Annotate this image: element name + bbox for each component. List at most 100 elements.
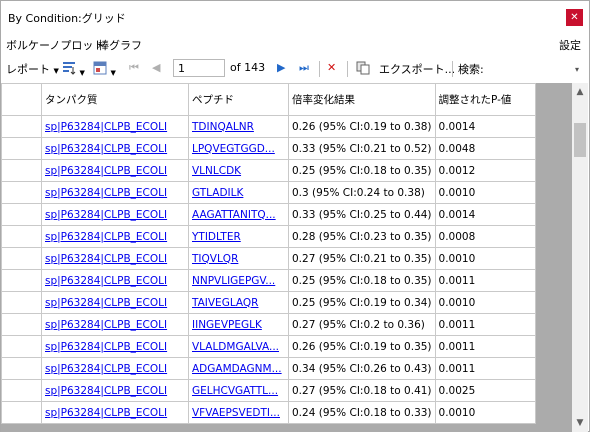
peptide-link[interactable]: VLNLCDK — [192, 165, 241, 177]
column-header-fold-change[interactable]: 倍率変化結果 — [288, 83, 436, 116]
row-selector[interactable] — [1, 115, 42, 138]
protein-cell[interactable]: sp|P63284|CLPB_ECOLI — [41, 401, 189, 424]
table-row[interactable]: sp|P63284|CLPB_ECOLI AAGATTANITQ... 0.33 (… — [1, 203, 536, 226]
table-row[interactable]: sp|P63284|CLPB_ECOLI VFVAEPSVEDTI... 0.24 … — [1, 401, 536, 424]
protein-cell[interactable]: sp|P63284|CLPB_ECOLI — [41, 269, 189, 292]
protein-link[interactable]: sp|P63284|CLPB_ECOLI — [45, 363, 167, 375]
table-row[interactable]: sp|P63284|CLPB_ECOLI IINGEVPEGLK 0.27 (95%… — [1, 313, 536, 336]
table-row[interactable]: sp|P63284|CLPB_ECOLI GELHCVGATTL... 0.27 (… — [1, 379, 536, 402]
peptide-link[interactable]: IINGEVPEGLK — [192, 319, 262, 331]
peptide-link[interactable]: ADGAMDAGNM... — [192, 363, 282, 375]
toolbar-overflow-button[interactable]: ▾ — [575, 62, 589, 80]
protein-cell[interactable]: sp|P63284|CLPB_ECOLI — [41, 115, 189, 138]
clear-button[interactable]: ✕ — [327, 61, 336, 74]
peptide-link[interactable]: AAGATTANITQ... — [192, 209, 276, 221]
protein-link[interactable]: sp|P63284|CLPB_ECOLI — [45, 187, 167, 199]
protein-cell[interactable]: sp|P63284|CLPB_ECOLI — [41, 137, 189, 160]
peptide-cell[interactable]: VLNLCDK — [188, 159, 289, 182]
row-selector[interactable] — [1, 335, 42, 358]
protein-link[interactable]: sp|P63284|CLPB_ECOLI — [45, 275, 167, 287]
table-row[interactable]: sp|P63284|CLPB_ECOLI TIQVLQR 0.27 (95% CI:… — [1, 247, 536, 270]
peptide-cell[interactable]: VLALDMGALVA... — [188, 335, 289, 358]
table-row[interactable]: sp|P63284|CLPB_ECOLI YTIDLTER 0.28 (95% CI… — [1, 225, 536, 248]
row-selector[interactable] — [1, 291, 42, 314]
protein-link[interactable]: sp|P63284|CLPB_ECOLI — [45, 231, 167, 243]
export-button[interactable]: エクスポート... — [379, 61, 455, 77]
peptide-link[interactable]: VFVAEPSVEDTI... — [192, 407, 280, 419]
row-selector[interactable] — [1, 313, 42, 336]
previous-page-button[interactable]: ◀ — [152, 61, 160, 74]
protein-link[interactable]: sp|P63284|CLPB_ECOLI — [45, 165, 167, 177]
peptide-cell[interactable]: AAGATTANITQ... — [188, 203, 289, 226]
protein-link[interactable]: sp|P63284|CLPB_ECOLI — [45, 341, 167, 353]
row-selector[interactable] — [1, 225, 42, 248]
vertical-scrollbar[interactable]: ▲ ▼ — [572, 83, 588, 432]
column-header-peptide[interactable]: ペプチド — [188, 83, 289, 116]
peptide-cell[interactable]: VFVAEPSVEDTI... — [188, 401, 289, 424]
protein-link[interactable]: sp|P63284|CLPB_ECOLI — [45, 407, 167, 419]
peptide-cell[interactable]: IINGEVPEGLK — [188, 313, 289, 336]
row-selector[interactable] — [1, 379, 42, 402]
protein-link[interactable]: sp|P63284|CLPB_ECOLI — [45, 143, 167, 155]
peptide-cell[interactable]: TAIVEGLAQR — [188, 291, 289, 314]
peptide-link[interactable]: TDINQALNR — [192, 121, 254, 133]
table-row[interactable]: sp|P63284|CLPB_ECOLI VLNLCDK 0.25 (95% CI:… — [1, 159, 536, 182]
column-header-adjusted-p-value[interactable]: 調整されたP-値 — [434, 83, 536, 116]
copy-button[interactable] — [356, 61, 370, 78]
peptide-cell[interactable]: GTLADILK — [188, 181, 289, 204]
protein-cell[interactable]: sp|P63284|CLPB_ECOLI — [41, 159, 189, 182]
protein-cell[interactable]: sp|P63284|CLPB_ECOLI — [41, 313, 189, 336]
peptide-cell[interactable]: ADGAMDAGNM... — [188, 357, 289, 380]
protein-cell[interactable]: sp|P63284|CLPB_ECOLI — [41, 291, 189, 314]
peptide-cell[interactable]: YTIDLTER — [188, 225, 289, 248]
peptide-link[interactable]: YTIDLTER — [192, 231, 241, 243]
row-selector[interactable] — [1, 401, 42, 424]
row-selector[interactable] — [1, 203, 42, 226]
protein-cell[interactable]: sp|P63284|CLPB_ECOLI — [41, 181, 189, 204]
table-row[interactable]: sp|P63284|CLPB_ECOLI GTLADILK 0.3 (95% CI:… — [1, 181, 536, 204]
protein-cell[interactable]: sp|P63284|CLPB_ECOLI — [41, 335, 189, 358]
protein-cell[interactable]: sp|P63284|CLPB_ECOLI — [41, 357, 189, 380]
peptide-cell[interactable]: LPQVEGTGGD... — [188, 137, 289, 160]
table-row[interactable]: sp|P63284|CLPB_ECOLI ADGAMDAGNM... 0.34 (9… — [1, 357, 536, 380]
scroll-down-icon[interactable]: ▼ — [572, 415, 588, 431]
menu-volcano-plot[interactable]: ボルケーノプロット — [6, 37, 104, 53]
peptide-link[interactable]: TAIVEGLAQR — [192, 297, 258, 309]
table-row[interactable]: sp|P63284|CLPB_ECOLI TDINQALNR 0.26 (95% C… — [1, 115, 536, 138]
sort-button[interactable]: ▼ — [62, 61, 85, 78]
table-row[interactable]: sp|P63284|CLPB_ECOLI LPQVEGTGGD... 0.33 (9… — [1, 137, 536, 160]
row-selector[interactable] — [1, 269, 42, 292]
protein-link[interactable]: sp|P63284|CLPB_ECOLI — [45, 297, 167, 309]
peptide-link[interactable]: GTLADILK — [192, 187, 243, 199]
row-selector[interactable] — [1, 181, 42, 204]
first-page-button[interactable]: ⏮ — [129, 61, 139, 75]
scrollbar-thumb[interactable] — [574, 123, 586, 157]
protein-link[interactable]: sp|P63284|CLPB_ECOLI — [45, 209, 167, 221]
menu-settings[interactable]: 設定 — [559, 37, 581, 53]
report-dropdown[interactable]: レポート ▼ — [6, 61, 59, 77]
menu-bar-chart[interactable]: 棒グラフ — [98, 37, 142, 53]
table-row[interactable]: sp|P63284|CLPB_ECOLI NNPVLIGEPGV... 0.25 (… — [1, 269, 536, 292]
column-header-protein[interactable]: タンパク質 — [41, 83, 189, 116]
peptide-cell[interactable]: NNPVLIGEPGV... — [188, 269, 289, 292]
last-page-button[interactable]: ⏭ — [299, 61, 309, 75]
row-selector[interactable] — [1, 137, 42, 160]
next-page-button[interactable]: ▶ — [277, 61, 285, 74]
peptide-link[interactable]: NNPVLIGEPGV... — [192, 275, 275, 287]
protein-link[interactable]: sp|P63284|CLPB_ECOLI — [45, 121, 167, 133]
table-row[interactable]: sp|P63284|CLPB_ECOLI TAIVEGLAQR 0.25 (95% … — [1, 291, 536, 314]
protein-link[interactable]: sp|P63284|CLPB_ECOLI — [45, 253, 167, 265]
protein-link[interactable]: sp|P63284|CLPB_ECOLI — [45, 385, 167, 397]
peptide-link[interactable]: LPQVEGTGGD... — [192, 143, 275, 155]
peptide-link[interactable]: TIQVLQR — [192, 253, 238, 265]
row-selector[interactable] — [1, 357, 42, 380]
protein-cell[interactable]: sp|P63284|CLPB_ECOLI — [41, 225, 189, 248]
scroll-up-icon[interactable]: ▲ — [572, 84, 588, 100]
table-row[interactable]: sp|P63284|CLPB_ECOLI VLALDMGALVA... 0.26 (… — [1, 335, 536, 358]
row-selector[interactable] — [1, 247, 42, 270]
page-number-input[interactable]: 1 — [173, 59, 225, 77]
peptide-cell[interactable]: TIQVLQR — [188, 247, 289, 270]
close-button[interactable]: ✕ — [566, 9, 583, 26]
row-selector[interactable] — [1, 159, 42, 182]
layout-button[interactable]: ▼ — [93, 61, 116, 78]
